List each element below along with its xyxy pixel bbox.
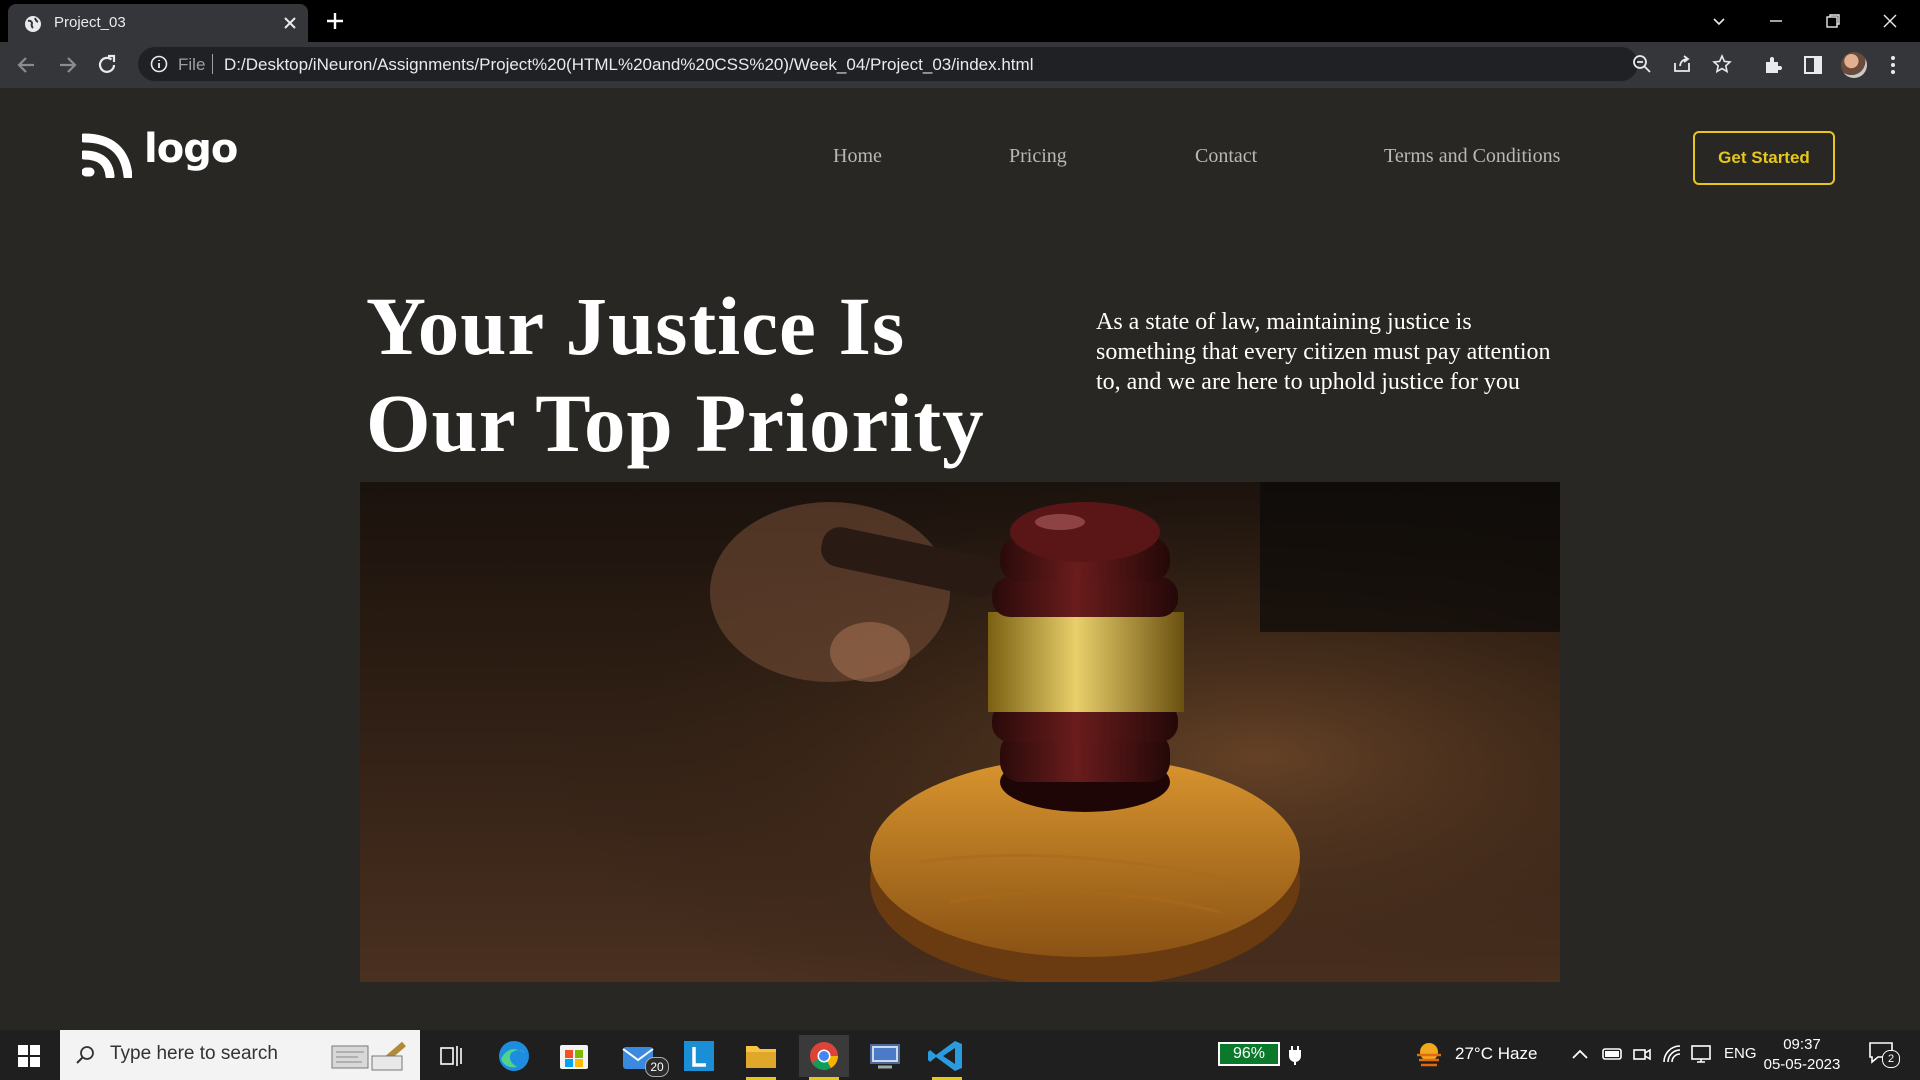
back-arrow-icon[interactable] (14, 52, 40, 78)
file-explorer-app[interactable] (736, 1035, 786, 1080)
close-window-icon[interactable] (1867, 6, 1913, 36)
web-page: logo Home Pricing Contact Terms and Cond… (0, 88, 1920, 1030)
chrome-app[interactable] (799, 1035, 849, 1080)
url-scheme: File (178, 55, 206, 74)
nav-contact-link[interactable]: Contact (1195, 145, 1257, 168)
windows-start-icon[interactable] (18, 1045, 40, 1067)
forward-arrow-icon[interactable] (54, 52, 80, 78)
display-icon[interactable] (1690, 1044, 1712, 1064)
clock-time: 09:37 (1783, 1036, 1821, 1053)
gavel-illustration (360, 482, 1560, 982)
divider (212, 54, 213, 74)
hero-title-line-2: Our Top Priority (366, 377, 985, 469)
taskbar-search-box[interactable]: Type here to search (60, 1030, 420, 1080)
minimize-icon[interactable] (1753, 6, 1799, 36)
edge-browser-icon[interactable] (489, 1035, 539, 1077)
tab-strip: Project_03 (0, 0, 1920, 42)
mail-app[interactable]: 20 (613, 1035, 669, 1077)
reload-icon[interactable] (94, 52, 120, 78)
logo-icon (82, 133, 132, 178)
get-started-button[interactable]: Get Started (1693, 131, 1835, 185)
mail-badge: 20 (645, 1057, 669, 1077)
extensions-icon[interactable] (1762, 54, 1784, 76)
nav-terms-link[interactable]: Terms and Conditions (1384, 145, 1560, 168)
info-icon[interactable] (150, 55, 168, 73)
nav-home-link[interactable]: Home (833, 145, 882, 168)
hero-description: As a state of law, maintaining justice i… (1096, 309, 1551, 395)
logo-text: logo (144, 126, 238, 172)
input-language[interactable]: ENG (1724, 1045, 1757, 1062)
system-clock[interactable]: 09:37 05-05-2023 (1760, 1035, 1844, 1075)
chrome-icon (810, 1042, 838, 1070)
search-highlight-icon (331, 1041, 406, 1071)
battery-indicator[interactable]: 96% (1218, 1042, 1280, 1066)
clock-date: 05-05-2023 (1763, 1056, 1841, 1073)
notification-center[interactable]: 2 (1868, 1040, 1902, 1070)
tab-search-icon[interactable] (1696, 6, 1742, 36)
microsoft-store-icon[interactable] (549, 1035, 599, 1077)
chevron-up-icon[interactable] (1571, 1047, 1589, 1061)
wifi-icon[interactable] (1662, 1044, 1682, 1064)
folder-icon (746, 1046, 776, 1068)
remote-desktop-icon[interactable] (860, 1035, 910, 1077)
menu-dots-icon[interactable] (1882, 54, 1904, 76)
gavel-hero-image (360, 482, 1560, 982)
address-bar[interactable]: File D:/Desktop/iNeuron/Assignments/Proj… (138, 47, 1732, 81)
browser-toolbar: File D:/Desktop/iNeuron/Assignments/Proj… (0, 42, 1920, 89)
profile-avatar[interactable] (1841, 52, 1867, 78)
storage-icon[interactable] (1601, 1045, 1623, 1063)
task-view-icon[interactable] (425, 1035, 475, 1077)
url-text[interactable]: D:/Desktop/iNeuron/Assignments/Project%2… (224, 55, 1033, 75)
share-icon[interactable] (1672, 54, 1692, 74)
hero-title-line-1: Your Justice Is (366, 280, 906, 372)
nav-pricing-link[interactable]: Pricing (1009, 145, 1067, 168)
bookmark-star-icon[interactable] (1712, 54, 1732, 74)
windows-taskbar: Type here to search 20 96% 27°C Haze ENG… (0, 1030, 1920, 1080)
tab-title: Project_03 (54, 14, 126, 31)
zoom-icon[interactable] (1632, 54, 1652, 74)
close-tab-icon[interactable] (282, 15, 298, 31)
hero-title: Your Justice Is Our Top Priority (366, 278, 1016, 472)
side-panel-icon[interactable] (1802, 54, 1824, 76)
notification-count: 2 (1882, 1050, 1900, 1068)
lens-app-icon[interactable] (674, 1035, 724, 1077)
restore-icon[interactable] (1810, 6, 1856, 36)
plug-icon (1289, 1046, 1301, 1065)
search-icon (76, 1046, 94, 1064)
battery-percent: 96% (1232, 1045, 1266, 1062)
search-placeholder: Type here to search (110, 1043, 278, 1064)
vscode-app[interactable] (922, 1035, 972, 1080)
weather-haze-icon[interactable] (1414, 1040, 1444, 1068)
meet-now-icon[interactable] (1632, 1045, 1652, 1063)
globe-icon (25, 16, 41, 32)
vscode-icon (928, 1041, 962, 1071)
browser-tab[interactable]: Project_03 (8, 4, 308, 42)
new-tab-icon[interactable] (324, 10, 346, 32)
weather-text[interactable]: 27°C Haze (1455, 1044, 1537, 1064)
